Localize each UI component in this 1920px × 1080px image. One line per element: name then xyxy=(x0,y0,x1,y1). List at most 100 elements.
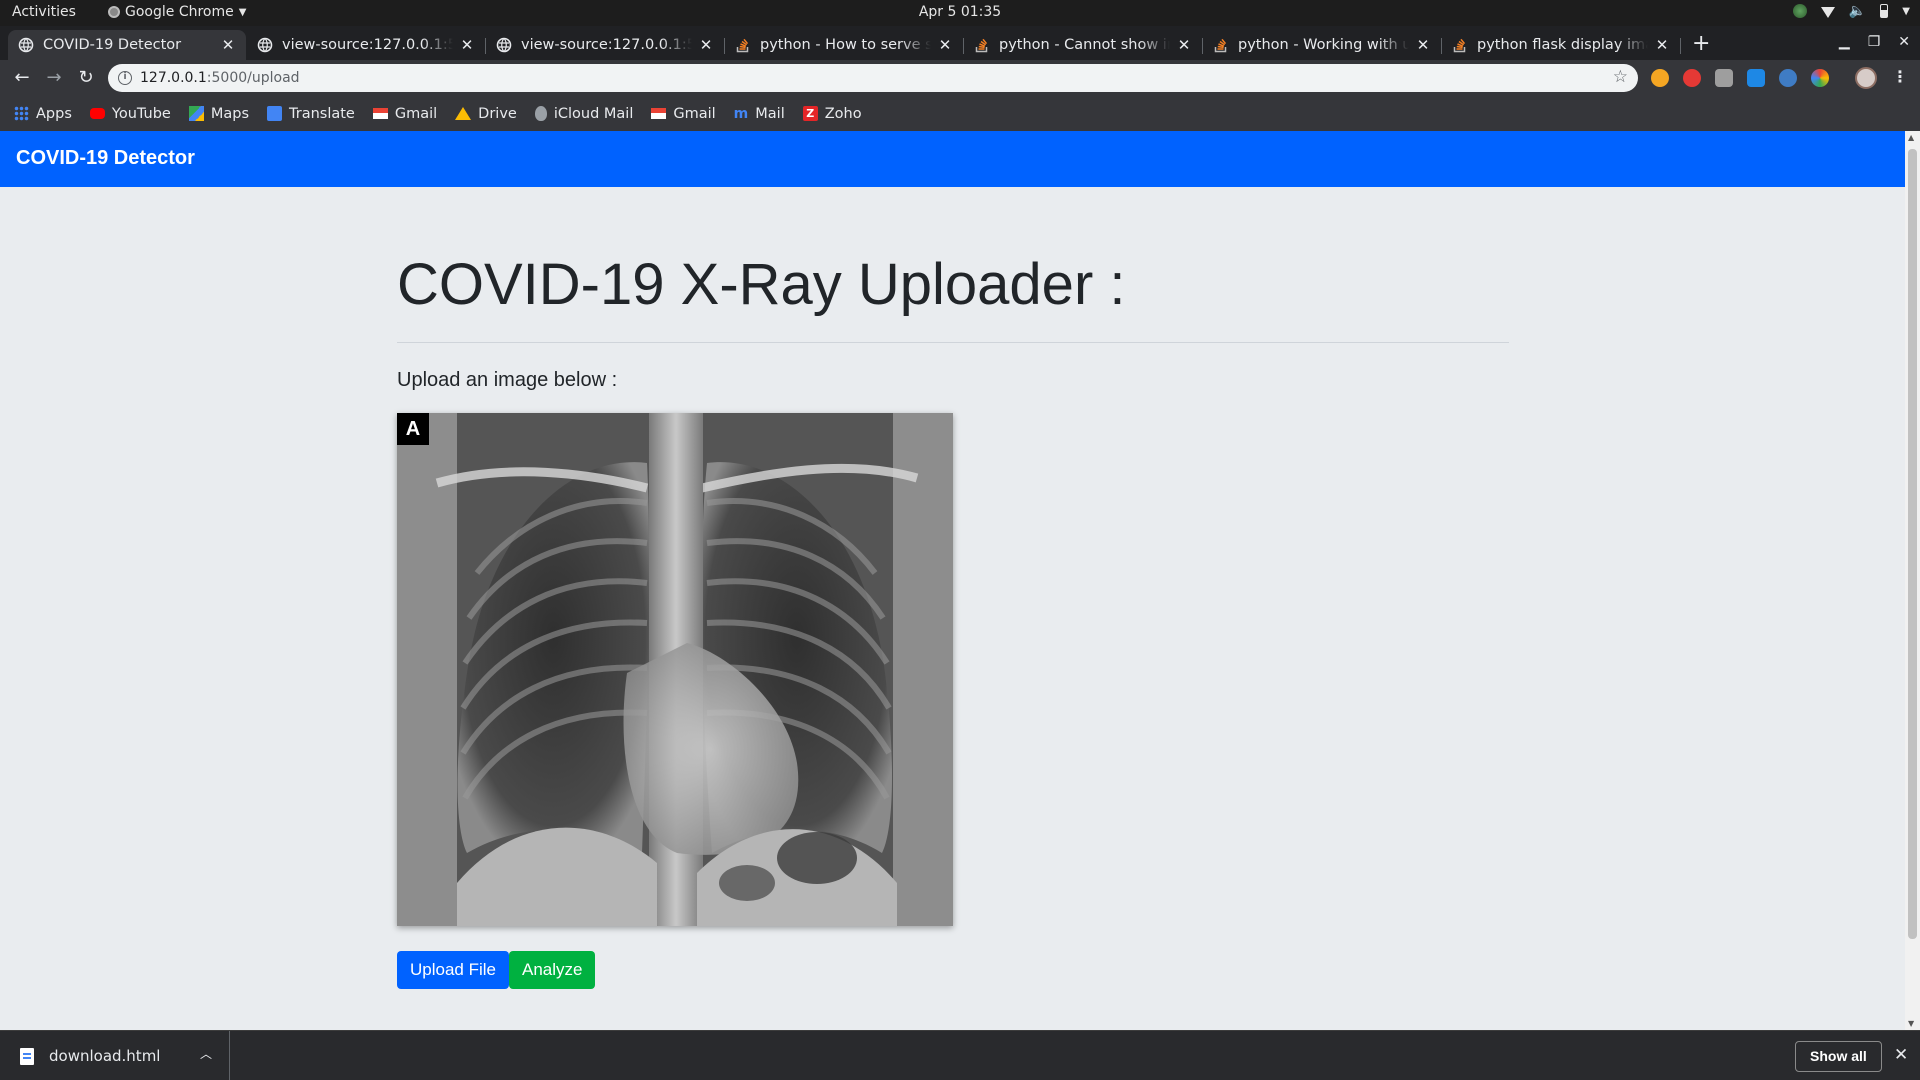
address-bar[interactable]: i 127.0.0.1:5000/upload ☆ xyxy=(108,64,1638,92)
new-tab-button[interactable]: + xyxy=(1692,32,1710,56)
extension-icon[interactable] xyxy=(1651,69,1669,87)
analyze-button[interactable]: Analyze xyxy=(509,951,596,989)
vertical-scrollbar[interactable]: ▲ ▼ xyxy=(1905,131,1920,1030)
tab-separator xyxy=(1202,38,1203,54)
drive-icon xyxy=(455,107,472,120)
bookmark-label: Mail xyxy=(755,105,785,122)
xray-preview-image: A xyxy=(397,413,953,926)
stackoverflow-icon xyxy=(736,38,749,53)
close-icon[interactable]: ✕ xyxy=(698,36,714,54)
update-icon xyxy=(1792,4,1807,18)
show-all-button[interactable]: Show all xyxy=(1795,1041,1882,1072)
bookmark-maps[interactable]: Maps xyxy=(188,106,249,122)
scroll-up-arrow-icon[interactable]: ▲ xyxy=(1908,133,1914,142)
bookmark-youtube[interactable]: YouTube xyxy=(89,105,171,122)
profile-avatar[interactable] xyxy=(1855,67,1877,89)
divider xyxy=(397,342,1509,343)
maps-icon xyxy=(188,106,204,121)
stackoverflow-icon xyxy=(1214,38,1227,53)
tab-strip: COVID-19 Detector ✕ view-source:127.0.0.… xyxy=(0,26,1920,60)
close-icon[interactable]: ✕ xyxy=(937,36,953,54)
download-item[interactable]: download.html ︿ xyxy=(0,1031,230,1080)
site-navbar: COVID-19 Detector xyxy=(0,131,1905,187)
tab-title: view-source:127.0.0.1:5000 xyxy=(521,37,692,53)
clock[interactable]: Apr 5 01:35 xyxy=(0,4,1920,20)
translate-icon xyxy=(267,106,283,121)
scrollbar-thumb[interactable] xyxy=(1908,149,1917,939)
info-icon[interactable]: i xyxy=(118,71,132,85)
reload-button[interactable]: ↻ xyxy=(74,66,98,90)
apps-icon xyxy=(14,106,29,121)
tab-view-source-2[interactable]: view-source:127.0.0.1:5000 ✕ xyxy=(486,30,724,60)
extension-icon[interactable] xyxy=(1683,69,1701,87)
tab-so-serve-static[interactable]: python - How to serve static ✕ xyxy=(725,30,963,60)
bookmark-label: Apps xyxy=(36,105,72,122)
close-icon[interactable]: ✕ xyxy=(1415,36,1431,54)
stackoverflow-icon xyxy=(1453,38,1466,53)
download-shelf: download.html ︿ Show all ✕ xyxy=(0,1030,1920,1080)
tab-so-flask-display-image[interactable]: python flask display image ✕ xyxy=(1442,30,1680,60)
globe-icon xyxy=(18,37,34,53)
youtube-icon xyxy=(89,108,105,119)
app-menu[interactable]: Google Chrome ▼ xyxy=(108,4,246,20)
bookmarks-bar: Apps YouTube Maps Translate Gmail Drive … xyxy=(0,96,1920,131)
forward-button[interactable]: → xyxy=(42,66,66,90)
tab-title: python - Working with user xyxy=(1238,37,1409,53)
tab-title: python - Cannot show image xyxy=(999,37,1170,53)
bookmark-apps[interactable]: Apps xyxy=(14,106,72,122)
upload-instruction: Upload an image below : xyxy=(397,369,618,391)
restore-icon[interactable]: ❐ xyxy=(1868,34,1881,50)
back-button[interactable]: ← xyxy=(10,66,34,90)
tab-title: python - How to serve static xyxy=(760,37,931,53)
bookmark-drive[interactable]: Drive xyxy=(455,106,517,122)
tab-covid-detector[interactable]: COVID-19 Detector ✕ xyxy=(8,30,246,60)
system-top-bar: Activities Google Chrome ▼ Apr 5 01:35 🔈… xyxy=(0,0,1920,26)
browser-toolbar: ← → ↻ i 127.0.0.1:5000/upload ☆ ⋮ xyxy=(0,60,1920,96)
bookmark-label: Zoho xyxy=(824,105,862,122)
tab-view-source-1[interactable]: view-source:127.0.0.1:5000 ✕ xyxy=(247,30,485,60)
extension-icon[interactable] xyxy=(1779,69,1797,87)
apple-icon xyxy=(534,106,547,121)
tab-so-cannot-show-image[interactable]: python - Cannot show image ✕ xyxy=(964,30,1202,60)
minimize-icon[interactable]: ▁ xyxy=(1839,34,1850,50)
extension-icon[interactable] xyxy=(1811,69,1829,87)
close-icon[interactable]: ✕ xyxy=(459,36,475,54)
globe-icon xyxy=(257,37,273,53)
mail-icon: m xyxy=(733,105,749,122)
bookmark-icloud-mail[interactable]: iCloud Mail xyxy=(534,105,634,122)
close-icon[interactable]: ✕ xyxy=(1176,36,1192,54)
tab-separator xyxy=(485,38,486,54)
bookmark-star-icon[interactable]: ☆ xyxy=(1613,67,1628,87)
tab-title: view-source:127.0.0.1:5000 xyxy=(282,37,453,53)
page-title: COVID-19 X-Ray Uploader : xyxy=(397,252,1126,317)
url-host: 127.0.0.1 xyxy=(140,70,207,86)
chevron-up-icon[interactable]: ︿ xyxy=(200,1045,212,1062)
close-icon[interactable]: ✕ xyxy=(1654,36,1670,54)
window-close-icon[interactable]: ✕ xyxy=(1898,34,1910,50)
tab-so-working-with-user[interactable]: python - Working with user ✕ xyxy=(1203,30,1441,60)
more-menu-icon[interactable]: ⋮ xyxy=(1892,67,1908,87)
bookmark-mail[interactable]: m Mail xyxy=(734,106,785,122)
scroll-down-arrow-icon[interactable]: ▼ xyxy=(1908,1019,1914,1028)
url-text[interactable]: 127.0.0.1:5000/upload xyxy=(140,70,300,86)
bookmark-zoho[interactable]: Z Zoho xyxy=(802,105,862,122)
extension-icon[interactable] xyxy=(1747,69,1765,87)
activities-button[interactable]: Activities xyxy=(12,4,76,20)
image-panel-label: A xyxy=(397,413,429,445)
bookmark-gmail-2[interactable]: Gmail xyxy=(651,106,716,122)
navbar-brand[interactable]: COVID-19 Detector xyxy=(16,147,195,170)
bookmark-label: iCloud Mail xyxy=(553,105,634,122)
close-icon[interactable]: ✕ xyxy=(1894,1045,1908,1065)
system-tray[interactable]: 🔈 ▼ xyxy=(1792,3,1910,19)
close-icon[interactable]: ✕ xyxy=(220,36,236,54)
gmail-icon xyxy=(372,108,388,119)
page-viewport: COVID-19 Detector COVID-19 X-Ray Uploade… xyxy=(0,131,1905,1030)
bookmark-label: YouTube xyxy=(111,105,171,122)
extension-icon[interactable] xyxy=(1715,69,1733,87)
upload-file-button[interactable]: Upload File xyxy=(397,951,509,989)
volume-icon: 🔈 xyxy=(1848,3,1867,19)
file-icon xyxy=(20,1047,34,1065)
bookmark-translate[interactable]: Translate xyxy=(267,106,355,122)
bookmark-gmail[interactable]: Gmail xyxy=(372,106,437,122)
window-controls: ▁ ❐ ✕ xyxy=(1839,34,1910,50)
